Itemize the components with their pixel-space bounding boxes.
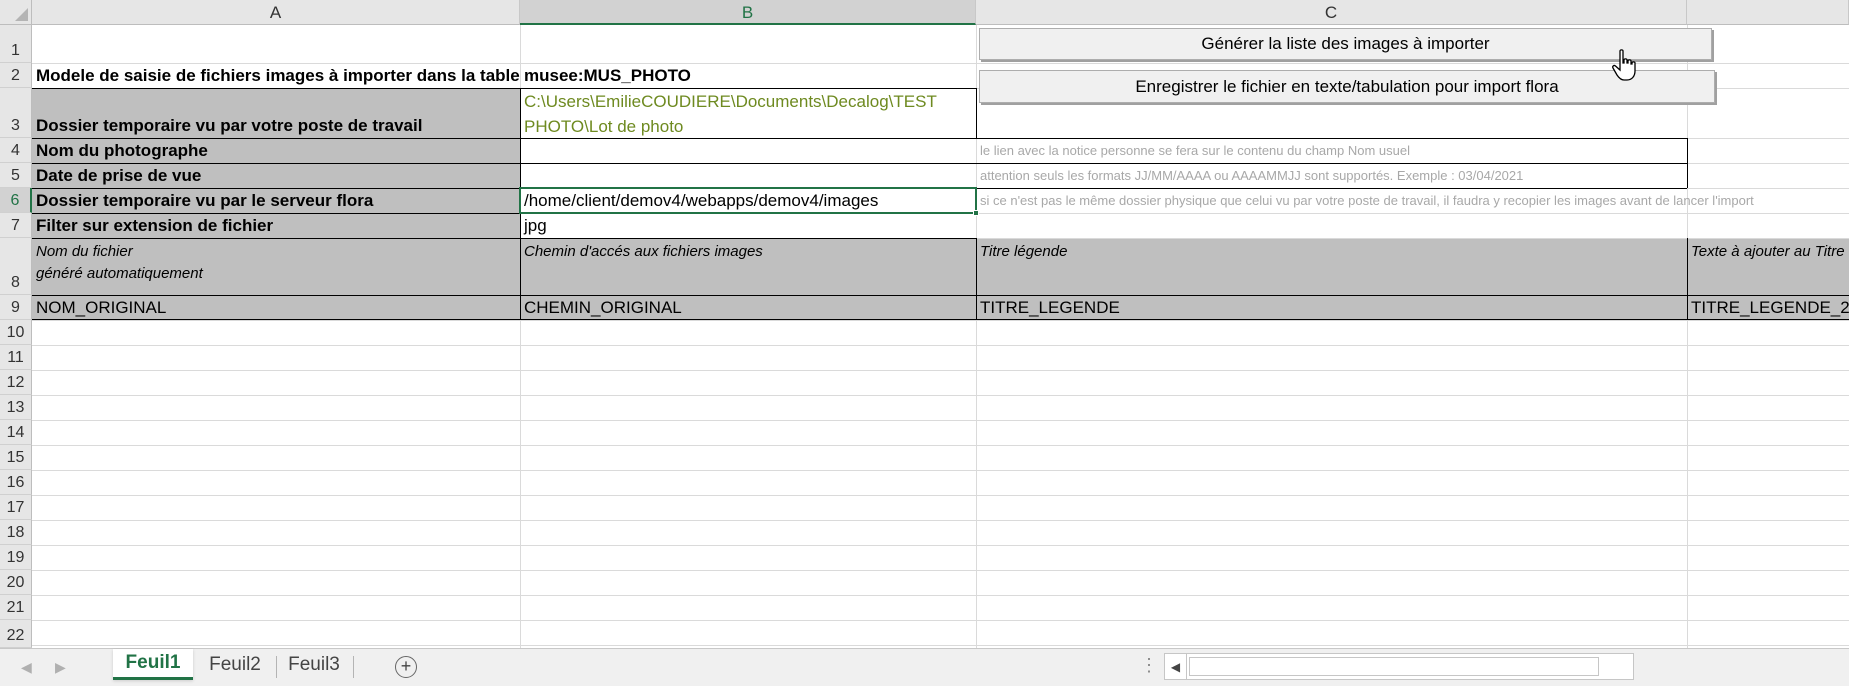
cell-a8-line2: généré automatiquement bbox=[36, 265, 203, 282]
cell-b7[interactable]: jpg bbox=[520, 213, 976, 238]
cell-b3[interactable]: C:\Users\EmilieCOUDIERE\Documents\Decalo… bbox=[520, 88, 976, 138]
cell-a2[interactable]: Modele de saisie de fichiers images à im… bbox=[32, 63, 520, 88]
gridline bbox=[32, 370, 1849, 371]
row-header[interactable]: 12 bbox=[0, 370, 32, 395]
save-tab-file-button[interactable]: Enregistrer le fichier en texte/tabulati… bbox=[979, 70, 1715, 103]
row-header[interactable]: 16 bbox=[0, 470, 32, 495]
prev-sheet-icon[interactable]: ◀ bbox=[21, 659, 32, 676]
gridline bbox=[32, 545, 1849, 546]
hand-pointer-icon bbox=[1612, 49, 1636, 81]
cell-border bbox=[1687, 138, 1688, 188]
scroll-left-icon[interactable]: ◀ bbox=[1165, 654, 1187, 679]
scrollbar-thumb[interactable] bbox=[1189, 657, 1599, 676]
cell-b6[interactable]: /home/client/demov4/webapps/demov4/image… bbox=[520, 188, 976, 213]
row-header[interactable]: 15 bbox=[0, 445, 32, 470]
gridline bbox=[32, 445, 1849, 446]
gridline bbox=[32, 620, 1849, 621]
spreadsheet-grid[interactable]: A B C 1 2 3 4 5 6 7 8 9 10 11 12 13 14 1… bbox=[0, 0, 1849, 648]
cell-a3[interactable]: Dossier temporaire vu par votre poste de… bbox=[32, 88, 520, 138]
split-handle-icon[interactable]: ⋮ bbox=[1140, 655, 1158, 676]
gridline bbox=[32, 645, 1849, 646]
sheet-tab-bar: ◀ ▶ Feuil1 Feuil2 Feuil3 + ⋮ ◀ bbox=[0, 648, 1849, 686]
cell-b8[interactable]: Chemin d'accés aux fichiers images bbox=[520, 238, 976, 295]
row-header[interactable]: 10 bbox=[0, 320, 32, 345]
row-header[interactable]: 5 bbox=[0, 163, 32, 188]
generate-image-list-button[interactable]: Générer la liste des images à importer bbox=[979, 28, 1712, 60]
tab-separator bbox=[353, 656, 354, 678]
gridline bbox=[32, 495, 1849, 496]
gridline bbox=[32, 420, 1849, 421]
cell-b9[interactable]: CHEMIN_ORIGINAL bbox=[520, 295, 976, 320]
cell-c5[interactable]: attention seuls les formats JJ/MM/AAAA o… bbox=[976, 163, 1687, 188]
horizontal-scrollbar[interactable]: ◀ bbox=[1164, 653, 1634, 680]
row-header[interactable]: 7 bbox=[0, 213, 32, 238]
select-all-corner[interactable] bbox=[0, 0, 32, 25]
gridline bbox=[32, 345, 1849, 346]
row-header[interactable]: 1 bbox=[0, 25, 32, 63]
row-header[interactable]: 18 bbox=[0, 520, 32, 545]
cell-a4[interactable]: Nom du photographe bbox=[32, 138, 520, 163]
cell-d8[interactable]: Texte à ajouter au Titre bbox=[1687, 238, 1849, 295]
next-sheet-icon[interactable]: ▶ bbox=[55, 659, 66, 676]
cell-c4[interactable]: le lien avec la notice personne se fera … bbox=[976, 138, 1687, 163]
row-header[interactable]: 13 bbox=[0, 395, 32, 420]
gridline bbox=[32, 520, 1849, 521]
cell-c9[interactable]: TITRE_LEGENDE bbox=[976, 295, 1687, 320]
column-header-a[interactable]: A bbox=[32, 0, 520, 25]
row-header[interactable]: 4 bbox=[0, 138, 32, 163]
row-header[interactable]: 21 bbox=[0, 595, 32, 620]
row-header[interactable]: 14 bbox=[0, 420, 32, 445]
gridline bbox=[32, 570, 1849, 571]
sheet-tab-feuil3[interactable]: Feuil3 bbox=[277, 649, 351, 680]
cell-a6[interactable]: Dossier temporaire vu par le serveur flo… bbox=[32, 188, 520, 213]
gridline bbox=[32, 320, 1849, 321]
row-header[interactable]: 19 bbox=[0, 545, 32, 570]
column-header-c[interactable]: C bbox=[976, 0, 1687, 25]
sheet-tab-feuil2[interactable]: Feuil2 bbox=[195, 649, 275, 680]
cell-d9[interactable]: TITRE_LEGENDE_2 bbox=[1687, 295, 1849, 320]
cell-b2[interactable]: musee:MUS_PHOTO bbox=[520, 63, 976, 88]
cell-c6[interactable]: si ce n'est pas le même dossier physique… bbox=[976, 188, 1849, 213]
cell-a8-line1: Nom du fichier bbox=[36, 243, 133, 260]
row-header[interactable]: 11 bbox=[0, 345, 32, 370]
gridline bbox=[32, 470, 1849, 471]
column-header-b[interactable]: B bbox=[520, 0, 976, 25]
add-sheet-icon[interactable]: + bbox=[395, 656, 417, 678]
row-header[interactable]: 2 bbox=[0, 63, 32, 88]
row-header[interactable]: 17 bbox=[0, 495, 32, 520]
cell-c8[interactable]: Titre légende bbox=[976, 238, 1687, 295]
cell-border bbox=[976, 88, 977, 138]
row-header[interactable]: 8 bbox=[0, 238, 32, 295]
gridline bbox=[1687, 25, 1688, 648]
row-header[interactable]: 22 bbox=[0, 620, 32, 648]
row-header[interactable]: 6 bbox=[0, 188, 32, 213]
row-header[interactable]: 9 bbox=[0, 295, 32, 320]
row-header[interactable]: 20 bbox=[0, 570, 32, 595]
gridline bbox=[32, 595, 1849, 596]
cell-a9[interactable]: NOM_ORIGINAL bbox=[32, 295, 520, 320]
cell-a8[interactable]: Nom du fichier généré automatiquement bbox=[32, 238, 520, 295]
sheet-tab-feuil1[interactable]: Feuil1 bbox=[113, 649, 193, 680]
column-header-d[interactable] bbox=[1687, 0, 1849, 25]
row-header[interactable]: 3 bbox=[0, 88, 32, 138]
cell-a5[interactable]: Date de prise de vue bbox=[32, 163, 520, 188]
gridline bbox=[32, 395, 1849, 396]
cell-a7[interactable]: Filter sur extension de fichier bbox=[32, 213, 520, 238]
